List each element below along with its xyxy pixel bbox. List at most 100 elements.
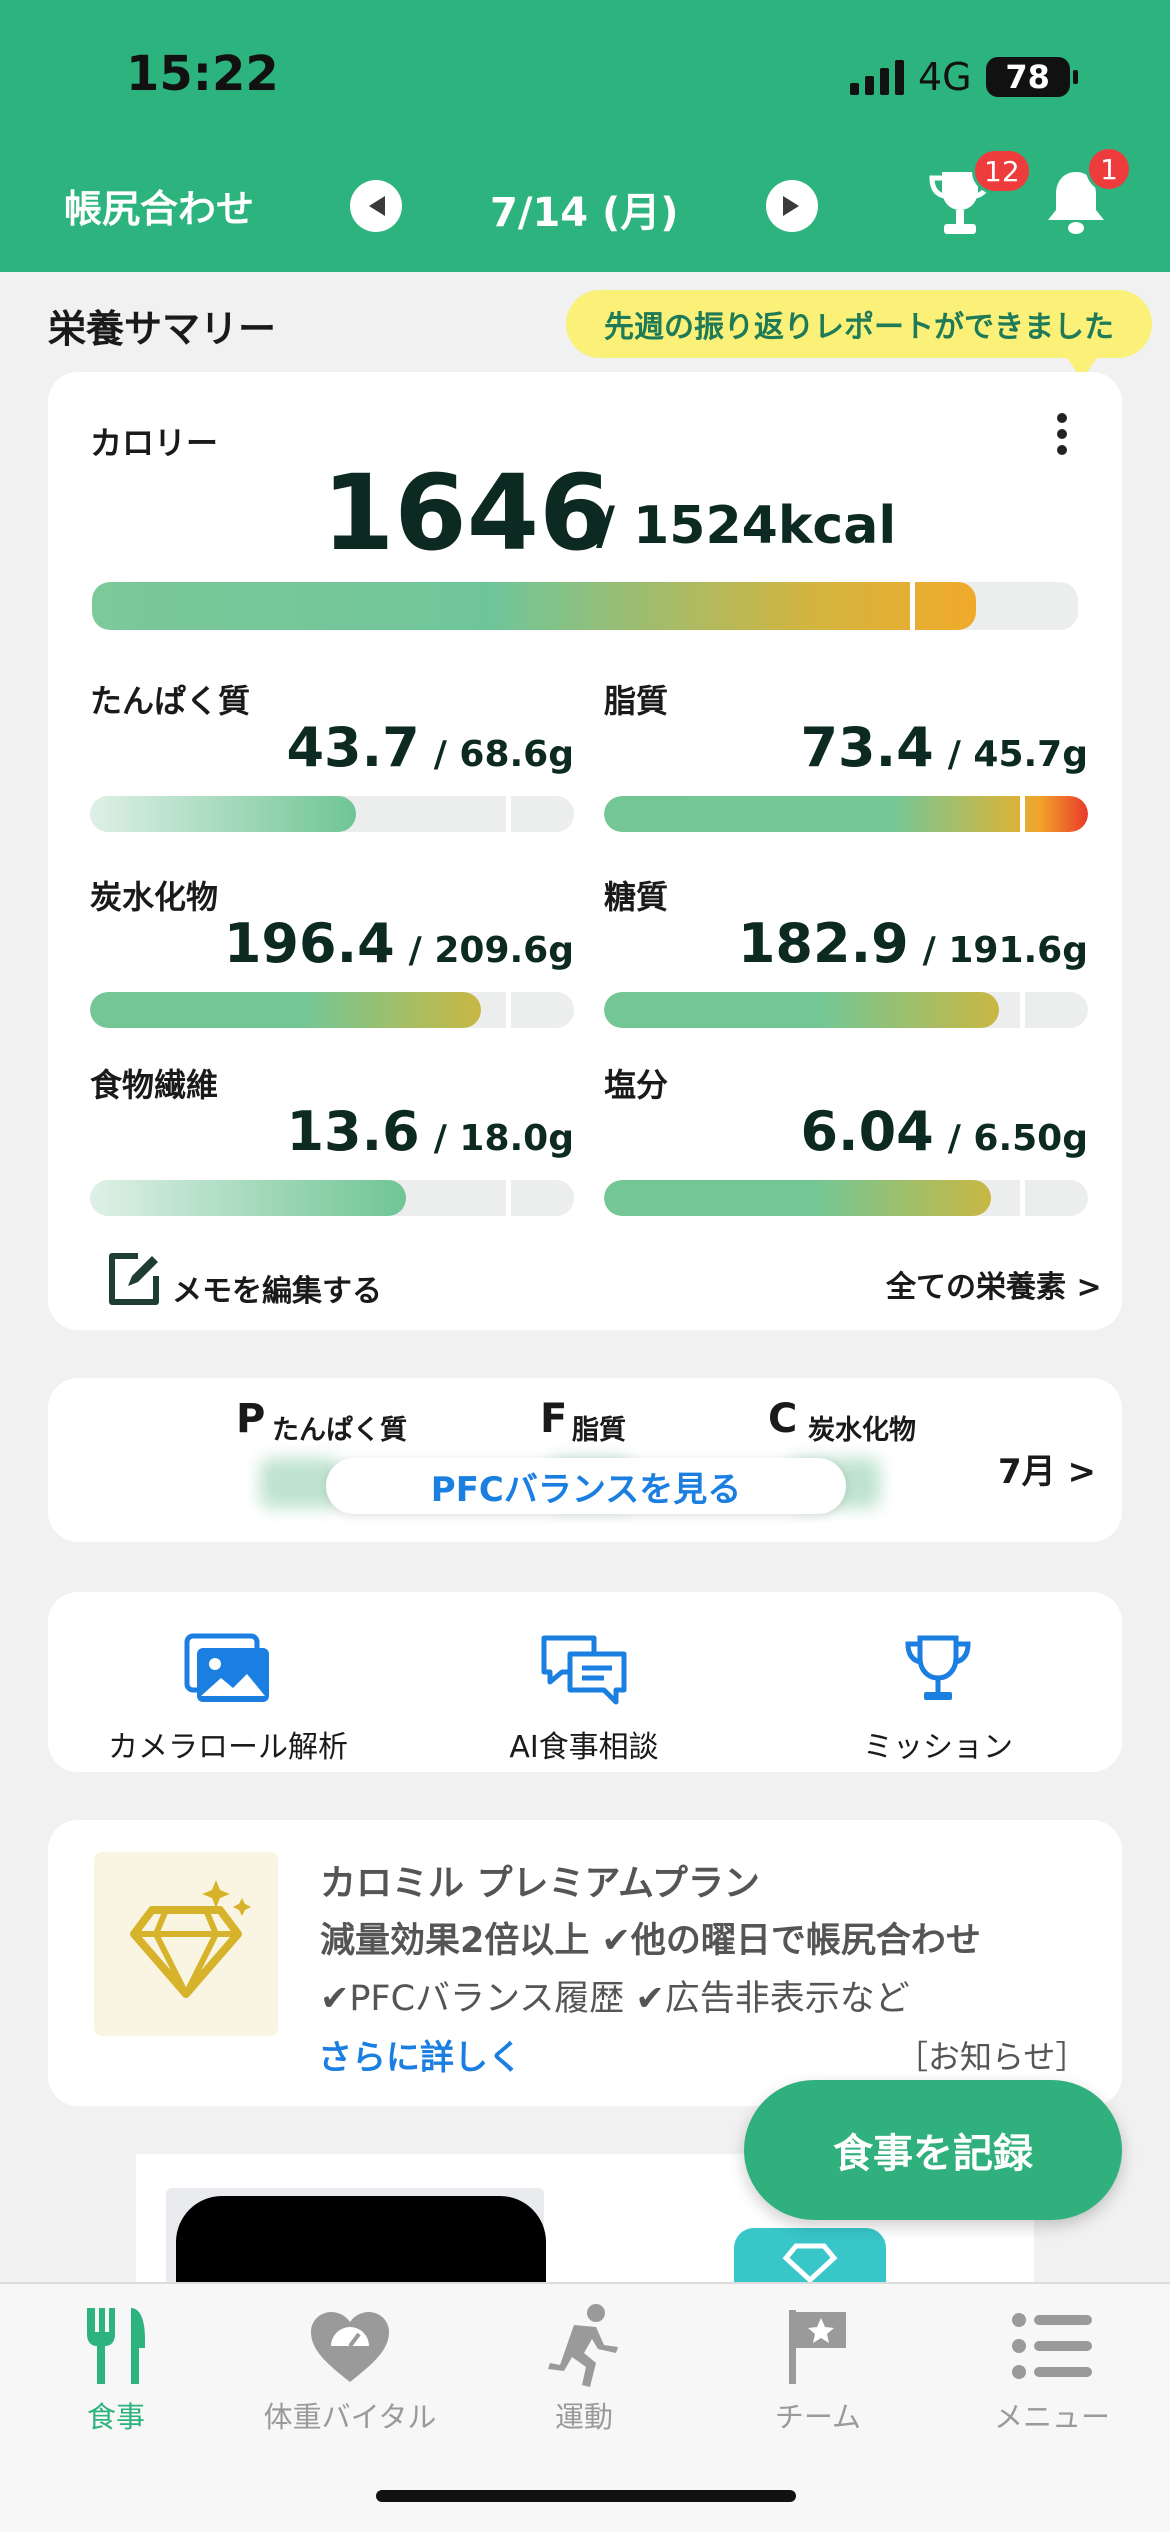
nutrient-value: 182.9 [737,912,909,975]
premium-more-link[interactable]: さらに詳しく [318,2030,522,2079]
list-icon [1012,2313,1092,2379]
tab-label: 食事 [86,2400,145,2434]
nutrient-progress-bar [604,796,1088,832]
home-indicator [376,2490,796,2502]
tab-weight-vital[interactable]: 体重バイタル [250,2298,450,2436]
premium-line-1: 減量効果2倍以上 ✔他の曜日で帳尻合わせ [320,1921,981,1961]
nutrient-progress-bar [90,796,574,832]
premium-title: カロミル プレミアムプラン [320,1863,760,1904]
nutrient-progress-bar [90,992,574,1028]
more-vertical-icon [1057,413,1067,455]
status-indicators: 4G 78 [850,52,1078,102]
nutrient-amount: 73.4 / 45.7g [604,716,1088,779]
battery-icon: 78 [985,57,1078,97]
tab-team[interactable]: チーム [718,2298,918,2436]
mission-button[interactable]: ミッション [788,1632,1088,1766]
premium-line-2: ✔PFCバランス履歴 ✔広告非表示など [320,1979,910,2019]
heart-scale-icon [311,2312,389,2382]
calorie-target: / 1524kcal [596,496,897,556]
ai-meal-consult-button[interactable]: AI食事相談 [434,1632,734,1766]
pfc-c-label: 炭水化物 [808,1415,916,1446]
nutrient-progress-fill [90,992,482,1028]
pfc-p-letter: P [236,1396,266,1442]
quick-label: カメラロール解析 [108,1730,348,1765]
pfc-balance-button[interactable]: PFCバランスを見る [326,1458,846,1514]
nutrient-progress-bar [90,1180,574,1216]
nutrient-target-marker [506,992,512,1028]
nutrient-progress-fill [604,796,1088,832]
nutrient-target-marker [506,1180,512,1216]
calorie-target-marker [910,582,915,630]
calorie-value: 1646 [322,452,612,574]
nutrient-target-marker [506,796,512,832]
nutrient-value: 73.4 [800,716,934,779]
quick-actions-card: カメラロール解析 AI食事相談 ミッション [48,1592,1122,1772]
notification-badge: 1 [1086,146,1132,192]
nutrient-progress-fill [90,796,357,832]
nutrient-target-marker [1020,1180,1026,1216]
nutrient-value: 6.04 [800,1100,934,1163]
nutrient-target: / 18.0g [433,1118,574,1159]
chevron-left-icon [369,196,385,216]
edit-note-icon [109,1253,159,1305]
section-title: 栄養サマリー [48,307,277,351]
edit-memo-button[interactable] [104,1250,164,1310]
nutrient-value: 13.6 [286,1100,420,1163]
page-title: 帳尻合わせ [64,187,255,231]
nutrient-target: / 45.7g [947,734,1088,775]
nutrient-value: 43.7 [286,716,420,779]
camera-roll-analysis-button[interactable]: カメラロール解析 [78,1632,378,1766]
nutrient-target-marker [1020,796,1026,832]
network-label: 4G [918,55,972,99]
pfc-p-label: たんぱく質 [272,1415,407,1446]
nutrient-target: / 209.6g [408,930,574,971]
notice-label: ［お知らせ］ [896,2038,1088,2076]
quick-label: ミッション [863,1730,1013,1765]
nutrient-target: / 191.6g [922,930,1088,971]
status-time: 15:22 [126,46,279,102]
record-meal-button[interactable]: 食事を記録 [744,2080,1122,2220]
trophy-icon [905,1635,971,1700]
more-options-button[interactable] [1042,408,1082,472]
nutrient-amount: 196.4 / 209.6g [90,912,574,975]
tab-exercise[interactable]: 運動 [484,2298,684,2436]
current-date[interactable]: 7/14 (月) [490,180,679,238]
signal-icon [850,59,904,95]
nutrient-progress-bar [604,1180,1088,1216]
calorie-progress-fill [92,582,976,630]
all-nutrients-link[interactable]: 全ての栄養素 > [886,1262,1102,1306]
report-tooltip[interactable]: 先週の振り返りレポートができました [566,290,1152,380]
nutrient-target: / 68.6g [433,734,574,775]
nutrient-amount: 43.7 / 68.6g [90,716,574,779]
chat-icon [541,1635,627,1705]
tab-label: 体重バイタル [263,2400,437,2434]
nutrient-amount: 13.6 / 18.0g [90,1100,574,1163]
tab-menu[interactable]: メニュー [952,2298,1152,2436]
tab-meal[interactable]: 食事 [16,2298,216,2436]
pfc-f-label: 脂質 [572,1415,626,1446]
quick-label: AI食事相談 [509,1730,659,1765]
nutrient-amount: 182.9 / 191.6g [604,912,1088,975]
next-date-button[interactable] [766,180,818,232]
nutrient-progress-fill [604,1180,992,1216]
nutrient-progress-fill [90,1180,407,1216]
fork-knife-icon [87,2308,145,2384]
nutrient-target: / 6.50g [947,1118,1088,1159]
diamond-icon [782,2243,838,2284]
chevron-right-icon [783,196,799,216]
tab-label: メニュー [993,2400,1110,2434]
runner-icon [548,2304,618,2387]
edit-memo-label[interactable]: メモを編集する [172,1266,382,1310]
prev-date-button[interactable] [350,180,402,232]
nutrient-value: 196.4 [223,912,395,975]
pfc-f-letter: F [540,1396,568,1442]
pfc-month-link[interactable]: 7月 > [998,1444,1096,1493]
diamond-icon [130,1880,251,1998]
flag-icon [789,2310,846,2384]
nutrient-progress-fill [604,992,1000,1028]
nutrient-amount: 6.04 / 6.50g [604,1100,1088,1163]
calorie-label: カロリー [90,424,219,462]
trophy-badge: 12 [972,148,1032,194]
nutrient-target-marker [1020,992,1026,1028]
pfc-c-letter: C [768,1396,798,1442]
